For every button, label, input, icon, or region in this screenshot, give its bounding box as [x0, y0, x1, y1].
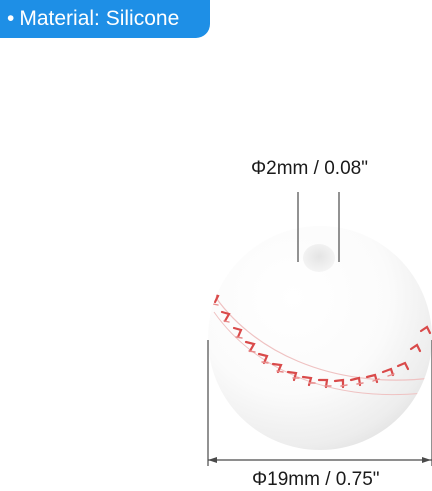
product-figure	[207, 192, 432, 466]
bead-hole	[303, 244, 335, 272]
baseball-bead-icon	[208, 226, 432, 450]
